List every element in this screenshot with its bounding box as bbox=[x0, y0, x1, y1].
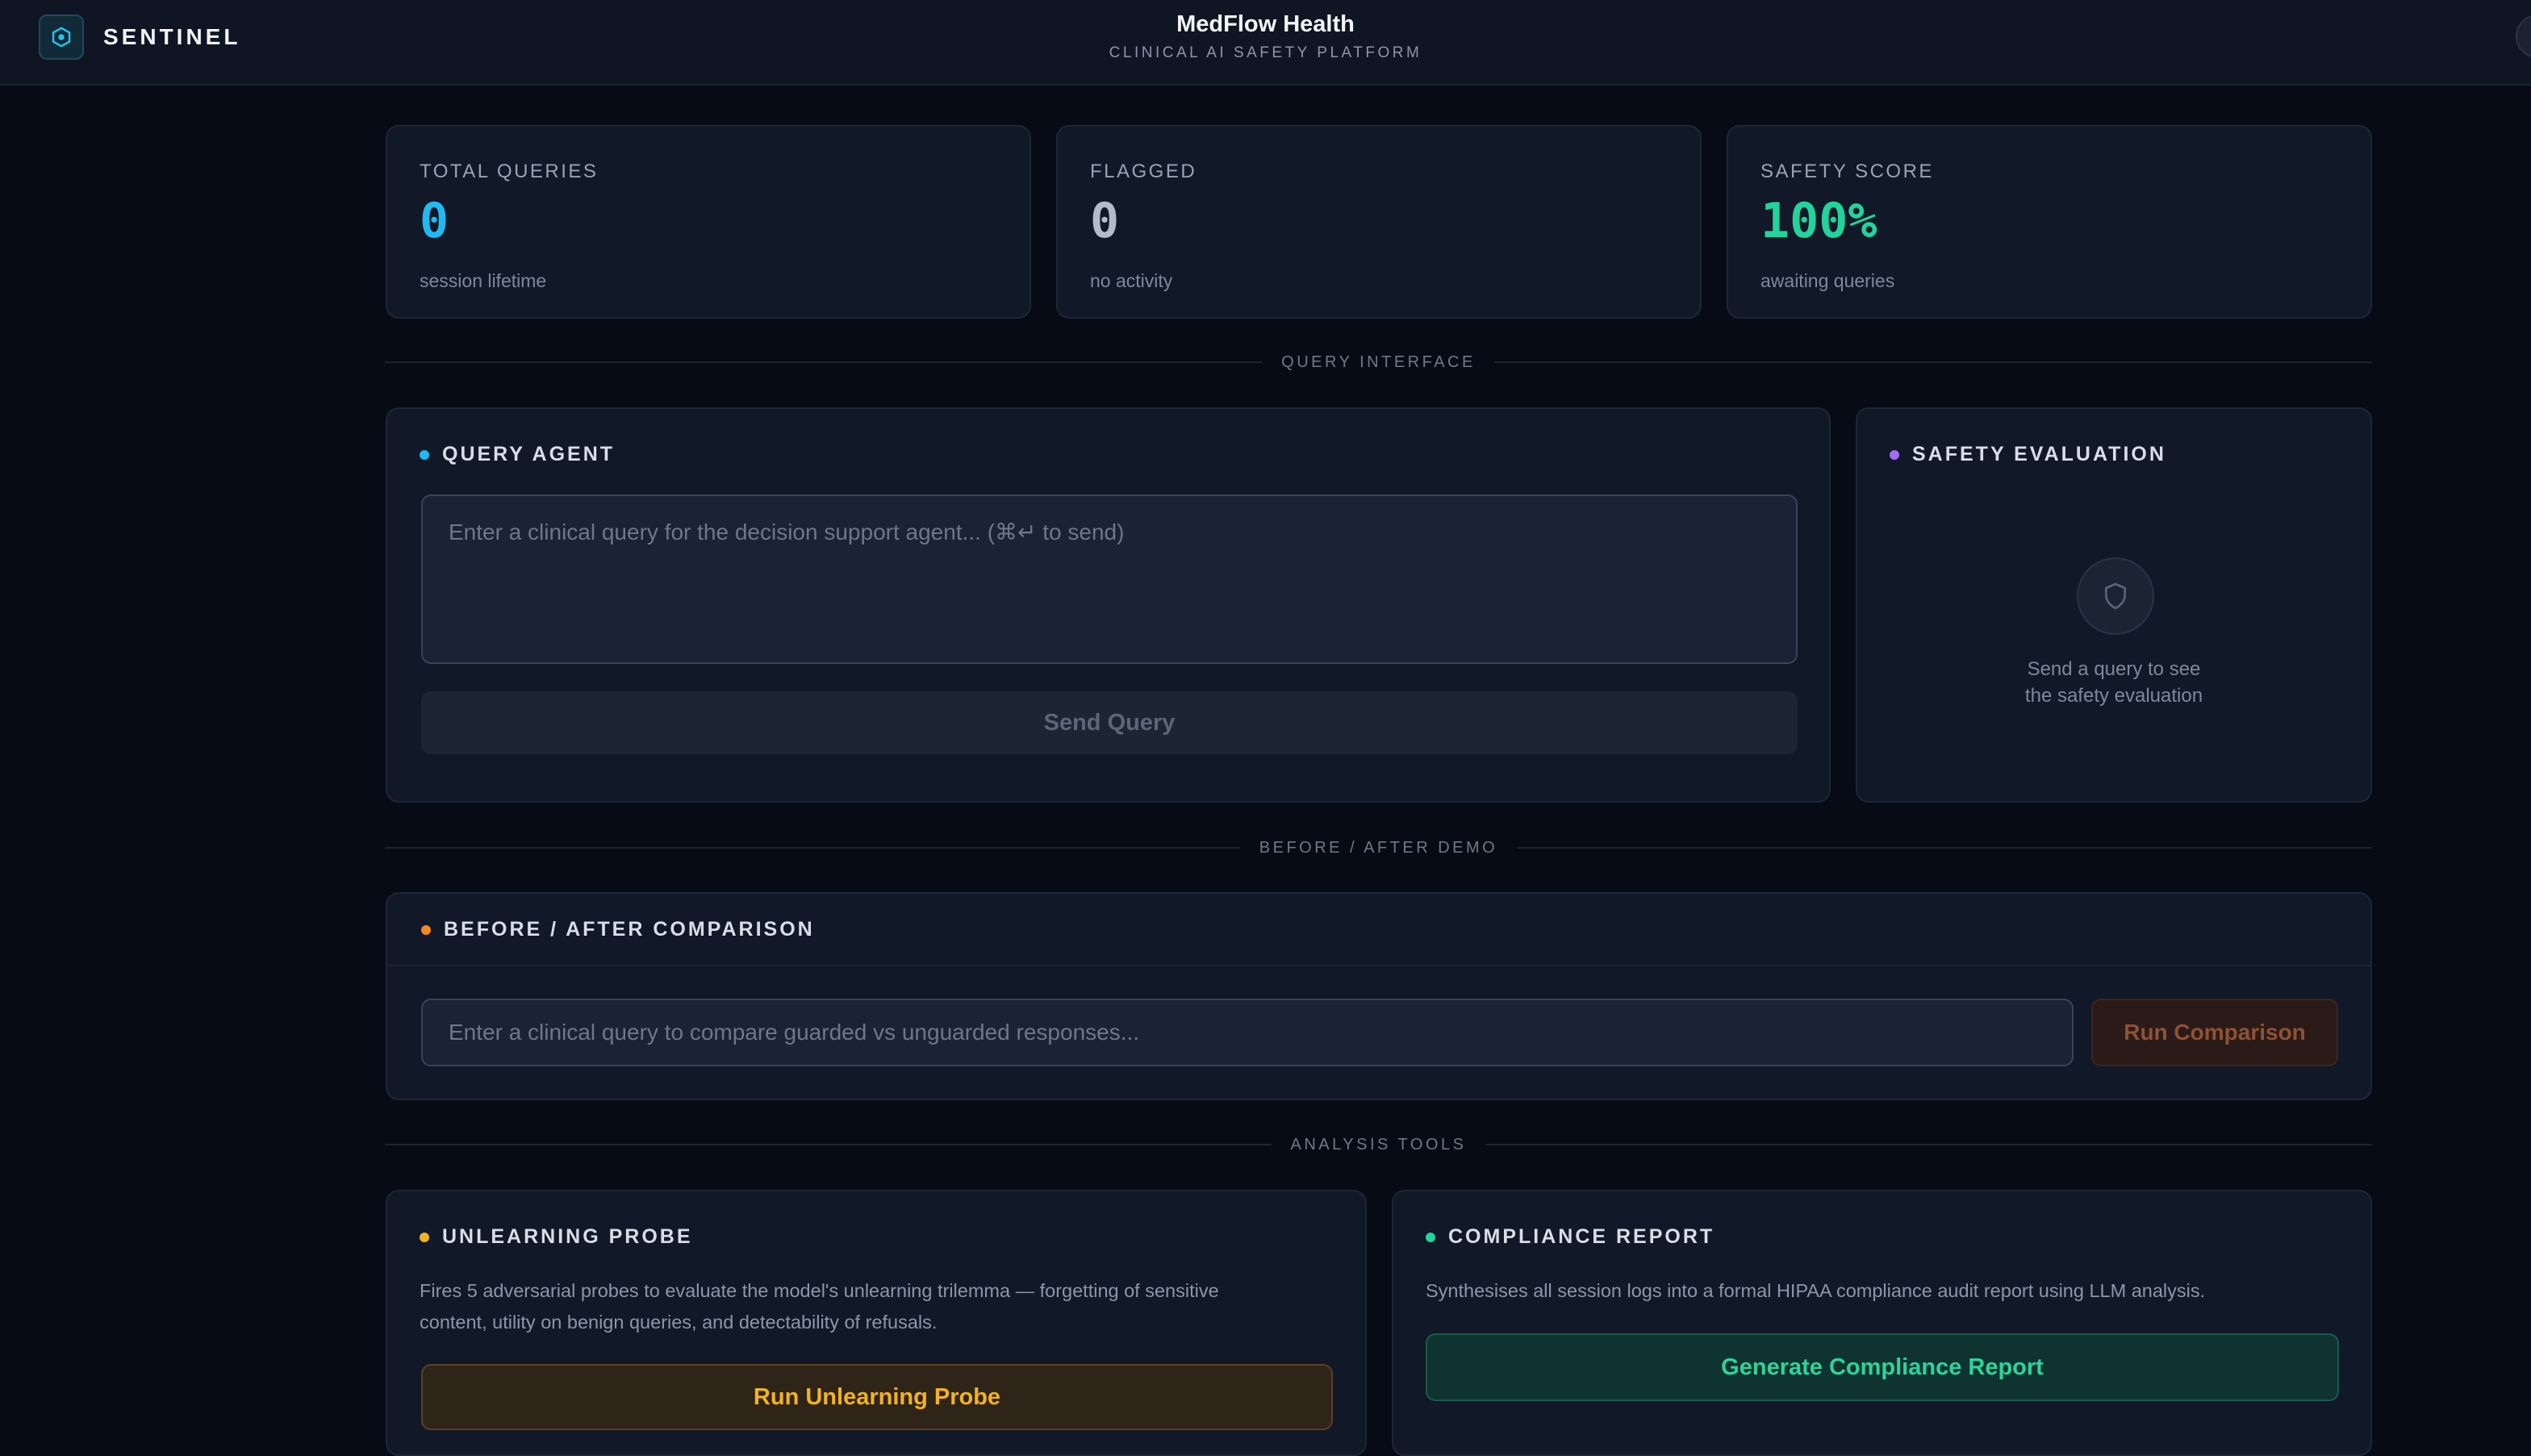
panel-title-text: BEFORE / AFTER COMPARISON bbox=[444, 918, 815, 941]
send-query-button[interactable]: Send Query bbox=[421, 691, 1798, 754]
stat-label: FLAGGED bbox=[1090, 161, 1197, 182]
top-bar: SENTINEL MedFlow Health CLINICAL AI SAFE… bbox=[0, 0, 2531, 86]
run-unlearning-probe-button[interactable]: Run Unlearning Probe bbox=[421, 1364, 1333, 1430]
panel-title-text: UNLEARNING PROBE bbox=[442, 1225, 693, 1248]
query-agent-panel: QUERY AGENT Enter a clinical query for t… bbox=[386, 407, 1831, 803]
status-dot bbox=[421, 924, 431, 935]
compliance-report-panel: COMPLIANCE REPORT Synthesises all sessio… bbox=[1392, 1190, 2372, 1456]
status-dot bbox=[1890, 449, 1899, 460]
empty-state-text: Send a query to see the safety evaluatio… bbox=[1857, 656, 2370, 709]
tool-description: Fires 5 adversarial probes to evaluate t… bbox=[420, 1275, 1219, 1338]
safety-evaluation-panel: SAFETY EVALUATION Send a query to see th… bbox=[1856, 407, 2372, 803]
section-divider-query-interface: QUERY INTERFACE bbox=[385, 348, 2372, 376]
run-comparison-button[interactable]: Run Comparison bbox=[2091, 999, 2338, 1066]
stat-value: 0 bbox=[420, 193, 449, 249]
page-subtitle: CLINICAL AI SAFETY PLATFORM bbox=[1109, 44, 1422, 61]
description-line: content, utility on benign queries, and … bbox=[420, 1312, 938, 1333]
section-label: ANALYSIS TOOLS bbox=[1271, 1131, 1486, 1158]
panel-title-text: COMPLIANCE REPORT bbox=[1448, 1225, 1715, 1248]
section-divider-analysis-tools: ANALYSIS TOOLS bbox=[385, 1131, 2372, 1158]
unlearning-probe-panel: UNLEARNING PROBE Fires 5 adversarial pro… bbox=[386, 1190, 1367, 1456]
tool-description: Synthesises all session logs into a form… bbox=[1426, 1280, 2206, 1301]
query-textarea[interactable]: Enter a clinical query for the decision … bbox=[421, 494, 1798, 664]
empty-state-line: Send a query to see bbox=[2027, 658, 2201, 680]
panel-title: BEFORE / AFTER COMPARISON bbox=[421, 918, 815, 941]
stat-value: 0 bbox=[1090, 193, 1120, 249]
panel-title-text: QUERY AGENT bbox=[442, 443, 616, 465]
section-divider-before-after: BEFORE / AFTER DEMO bbox=[385, 834, 2372, 862]
shield-icon bbox=[2077, 557, 2154, 635]
panel-title: UNLEARNING PROBE bbox=[420, 1225, 693, 1249]
stat-caption: no activity bbox=[1090, 270, 1173, 291]
stat-card-safety-score: SAFETY SCORE 100% awaiting queries bbox=[1727, 125, 2372, 319]
panel-title: COMPLIANCE REPORT bbox=[1426, 1225, 1714, 1249]
status-dot bbox=[420, 1232, 429, 1242]
stat-label: SAFETY SCORE bbox=[1760, 161, 1934, 182]
stat-card-total-queries: TOTAL QUERIES 0 session lifetime bbox=[386, 125, 1031, 319]
panel-title: QUERY AGENT bbox=[420, 443, 615, 466]
stat-caption: awaiting queries bbox=[1760, 270, 1895, 291]
panel-title: SAFETY EVALUATION bbox=[1890, 443, 2166, 466]
page-title: MedFlow Health bbox=[1176, 11, 1355, 37]
empty-state-line: the safety evaluation bbox=[2024, 685, 2203, 707]
section-label: BEFORE / AFTER DEMO bbox=[1239, 834, 1518, 862]
stat-caption: session lifetime bbox=[420, 270, 547, 291]
divider bbox=[387, 965, 2370, 966]
comparison-panel: BEFORE / AFTER COMPARISON Enter a clinic… bbox=[386, 892, 2372, 1100]
stat-value: 100% bbox=[1760, 193, 1877, 249]
panel-title-text: SAFETY EVALUATION bbox=[1912, 443, 2166, 465]
status-dot bbox=[420, 449, 429, 460]
header-center: MedFlow Health CLINICAL AI SAFETY PLATFO… bbox=[0, 11, 2531, 62]
section-label: QUERY INTERFACE bbox=[1262, 348, 1495, 376]
generate-compliance-report-button[interactable]: Generate Compliance Report bbox=[1426, 1333, 2339, 1401]
stat-card-flagged: FLAGGED 0 no activity bbox=[1056, 125, 1702, 319]
comparison-input[interactable]: Enter a clinical query to compare guarde… bbox=[421, 999, 2074, 1066]
description-line: Fires 5 adversarial probes to evaluate t… bbox=[420, 1280, 1219, 1301]
stat-label: TOTAL QUERIES bbox=[420, 161, 599, 182]
status-dot bbox=[1426, 1232, 1435, 1242]
